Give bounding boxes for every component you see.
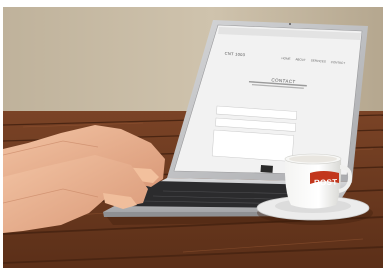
nav-home: HOME <box>281 56 291 61</box>
nav-contact: CONTACT <box>330 60 346 66</box>
photo: CNT 1003 HOME ABOUT SERVICES CONTACT CON… <box>3 7 383 268</box>
contact-heading: CONTACT <box>271 77 296 85</box>
nav-services: SERVICES <box>310 58 327 64</box>
nav-about: ABOUT <box>295 57 307 63</box>
site-nav: HOME ABOUT SERVICES CONTACT <box>281 56 345 65</box>
cup-brand-text: ROST <box>313 177 338 188</box>
laptop-screen: CNT 1003 HOME ABOUT SERVICES CONTACT CON… <box>201 43 359 177</box>
site-logo: CNT 1003 <box>224 50 246 58</box>
